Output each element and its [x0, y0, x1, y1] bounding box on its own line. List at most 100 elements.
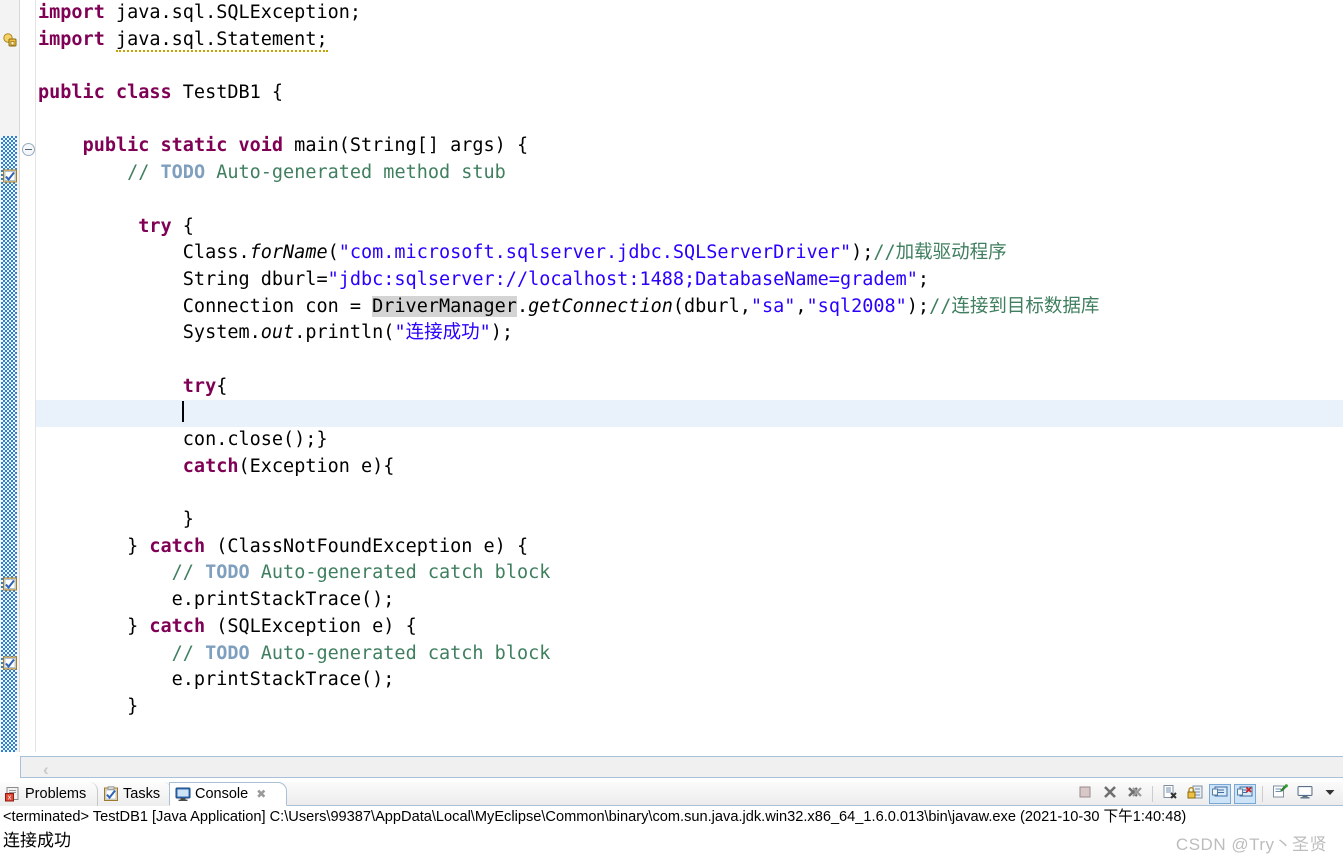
code-token: java.sql.SQLException; — [104, 2, 362, 23]
console-output-area[interactable]: <terminated> TestDB1 [Java Application] … — [0, 806, 1343, 860]
scroll-left-arrow-icon[interactable]: ‹ — [43, 760, 49, 780]
view-tab-tasks[interactable]: Tasks — [98, 782, 172, 806]
show-console-button[interactable] — [1209, 784, 1231, 804]
show-on-error-button[interactable] — [1234, 784, 1256, 804]
code-token: Auto-generated catch block — [249, 642, 551, 664]
code-line[interactable]: Connection con = DriverManager.getConnec… — [36, 294, 1343, 321]
code-token: // — [127, 162, 161, 184]
code-line[interactable]: import java.sql.Statement; — [36, 27, 1343, 54]
code-line[interactable] — [36, 347, 1343, 374]
code-line[interactable]: e.printStackTrace(); — [36, 667, 1343, 694]
code-token: forName — [249, 242, 328, 264]
chevron-down-icon — [1322, 784, 1338, 805]
code-line[interactable]: } catch (SQLException e) { — [36, 614, 1343, 641]
remove-all-launches-button[interactable] — [1124, 784, 1146, 804]
code-line[interactable] — [36, 107, 1343, 134]
code-line[interactable]: import java.sql.SQLException; — [36, 0, 1343, 27]
problems-icon: x — [5, 786, 21, 802]
code-line[interactable]: Class.forName("com.microsoft.sqlserver.j… — [36, 240, 1343, 267]
code-token: System. — [38, 322, 261, 344]
toolbar-separator — [1152, 786, 1153, 802]
code-token: } — [38, 535, 150, 557]
code-line[interactable]: } — [36, 507, 1343, 534]
editor-code-content[interactable]: import java.sql.SQLException; import java… — [36, 0, 1343, 736]
code-token: // — [171, 562, 206, 584]
code-token: .println( — [294, 322, 395, 344]
code-line[interactable] — [36, 53, 1343, 80]
scroll-lock-button[interactable] — [1184, 784, 1206, 804]
code-token: { — [171, 215, 194, 237]
task-done-marker-icon[interactable] — [2, 576, 18, 592]
console-error-icon — [1237, 784, 1253, 805]
code-token: "sql2008" — [806, 295, 907, 317]
editor-horizontal-scrollbar[interactable]: ‹ — [20, 756, 1343, 780]
console-view-panel: Console ✖ Tasks x Problems <terminated> Test… — [0, 782, 1343, 860]
view-menu-button[interactable] — [1319, 784, 1341, 804]
code-token: try — [182, 375, 217, 397]
code-token: } — [38, 615, 150, 637]
code-line[interactable]: public static void main(String[] args) { — [36, 133, 1343, 160]
task-done-marker-icon[interactable] — [2, 655, 18, 671]
code-line[interactable]: System.out.println("连接成功"); — [36, 320, 1343, 347]
remove-launch-button[interactable] — [1099, 784, 1121, 804]
code-line[interactable] — [36, 400, 1343, 427]
terminate-button[interactable] — [1074, 784, 1096, 804]
toolbar-separator — [1262, 786, 1263, 802]
warning-marker-icon[interactable] — [2, 32, 18, 48]
console-output-line: 连接成功 — [3, 831, 71, 850]
show-console-icon — [1212, 784, 1228, 805]
code-token: . — [516, 295, 529, 317]
view-tab-label: Problems — [25, 786, 87, 802]
code-token: //连接到目标数据库 — [929, 295, 1100, 317]
editor-folding-bar[interactable] — [20, 0, 36, 752]
console-process-header: <terminated> TestDB1 [Java Application] … — [3, 809, 1187, 825]
code-line[interactable]: String dburl="jdbc:sqlserver://localhost… — [36, 267, 1343, 294]
code-token: TODO — [205, 642, 250, 664]
code-line[interactable]: try{ — [36, 374, 1343, 401]
java-editor[interactable]: import java.sql.SQLException; import java… — [0, 0, 1343, 779]
code-line[interactable]: public class TestDB1 { — [36, 80, 1343, 107]
code-token: "jdbc:sqlserver://localhost:1488;Databas… — [327, 268, 918, 290]
code-token: con.close();} — [38, 429, 328, 450]
task-done-marker-icon[interactable] — [2, 168, 18, 184]
code-token: } — [38, 509, 194, 531]
code-line[interactable]: con.close();} — [36, 427, 1343, 454]
code-line[interactable]: // TODO Auto-generated catch block — [36, 560, 1343, 587]
view-tab-console[interactable]: Console ✖ — [169, 782, 287, 806]
console-toolbar — [1074, 782, 1341, 806]
display-selected-console-button[interactable] — [1294, 784, 1316, 804]
remove-x-icon — [1102, 784, 1118, 805]
code-token: { — [216, 375, 228, 397]
clear-console-icon — [1162, 784, 1178, 805]
code-token: "连接成功" — [394, 322, 491, 344]
clear-console-button[interactable] — [1159, 784, 1181, 804]
code-token: Auto-generated method stub — [205, 162, 506, 184]
eclipse-ide-window: import java.sql.SQLException; import java… — [0, 0, 1343, 860]
code-line[interactable]: } — [36, 694, 1343, 721]
code-token: public class — [38, 82, 172, 104]
code-token: ; — [917, 268, 930, 290]
code-line[interactable] — [36, 480, 1343, 507]
code-line[interactable]: // TODO Auto-generated catch block — [36, 641, 1343, 668]
fold-collapse-toggle[interactable] — [22, 143, 35, 156]
close-icon[interactable]: ✖ — [256, 788, 266, 800]
code-line[interactable]: catch(Exception e){ — [36, 454, 1343, 481]
code-line[interactable] — [36, 187, 1343, 214]
code-line[interactable]: // TODO Auto-generated method stub — [36, 160, 1343, 187]
view-tab-problems[interactable]: x Problems — [0, 782, 98, 806]
pin-console-button[interactable] — [1269, 783, 1291, 804]
code-line[interactable]: try { — [36, 214, 1343, 241]
code-token: Auto-generated catch block — [249, 562, 551, 584]
code-token: "com.microsoft.sqlserver.jdbc.SQLServerD… — [338, 242, 852, 264]
code-token: try — [138, 215, 172, 237]
editor-marker-bar[interactable] — [0, 0, 20, 752]
code-line[interactable]: e.printStackTrace(); — [36, 587, 1343, 614]
code-token: (dburl, — [672, 295, 751, 317]
code-token: ( — [327, 242, 339, 264]
code-line[interactable]: } catch (ClassNotFoundException e) { — [36, 534, 1343, 561]
